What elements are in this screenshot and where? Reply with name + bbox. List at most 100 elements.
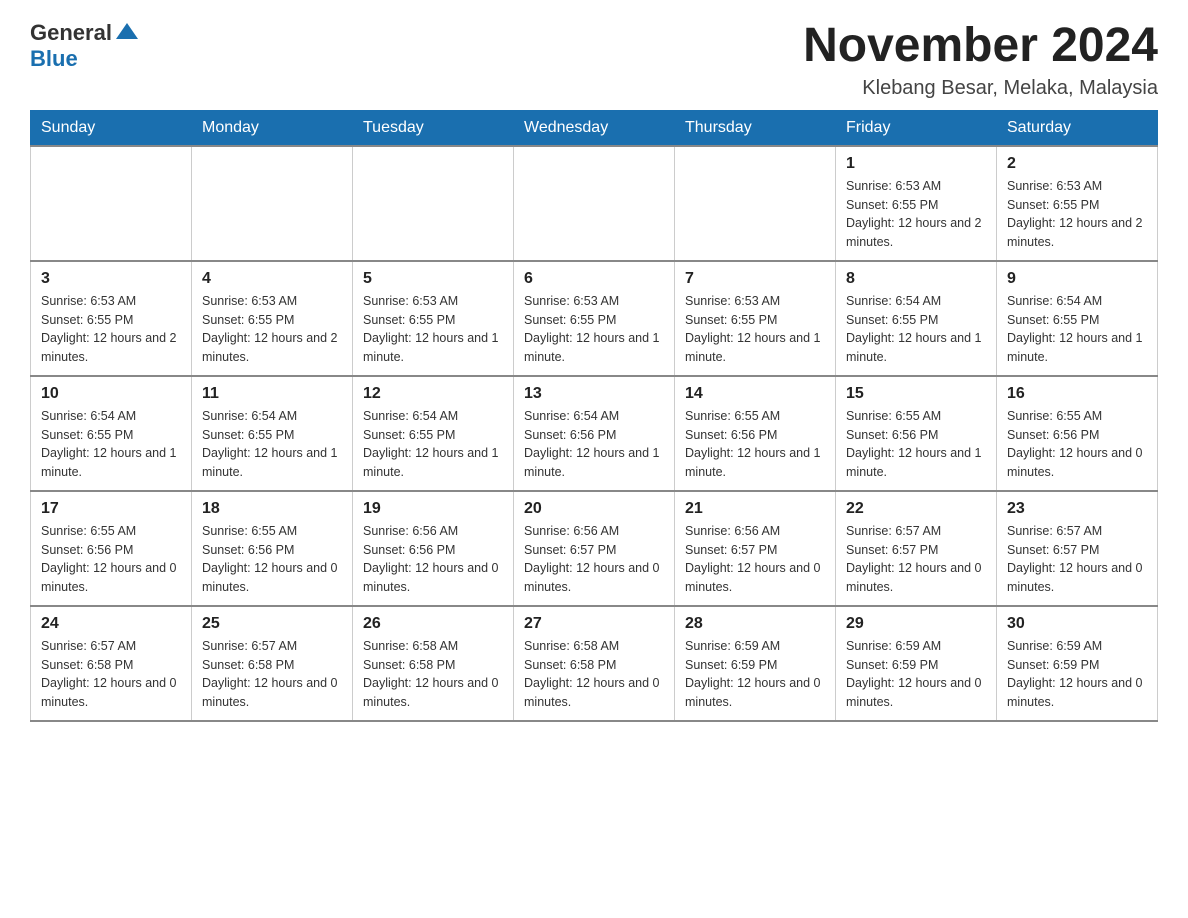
- day-number: 2: [1007, 155, 1147, 173]
- calendar-cell: 28 Sunrise: 6:59 AM Sunset: 6:59 PM Dayli…: [675, 606, 836, 721]
- day-info: Sunrise: 6:54 AM Sunset: 6:56 PM Dayligh…: [524, 407, 664, 482]
- day-info: Sunrise: 6:53 AM Sunset: 6:55 PM Dayligh…: [41, 292, 181, 367]
- day-number: 3: [41, 270, 181, 288]
- calendar-cell: 18 Sunrise: 6:55 AM Sunset: 6:56 PM Dayli…: [192, 491, 353, 606]
- day-info: Sunrise: 6:58 AM Sunset: 6:58 PM Dayligh…: [363, 637, 503, 712]
- day-info: Sunrise: 6:55 AM Sunset: 6:56 PM Dayligh…: [41, 522, 181, 597]
- day-number: 27: [524, 615, 664, 633]
- day-number: 14: [685, 385, 825, 403]
- calendar-cell: 1 Sunrise: 6:53 AM Sunset: 6:55 PM Daylig…: [836, 146, 997, 261]
- calendar-cell: 17Sunrise: 6:55 AM Sunset: 6:56 PM Dayli…: [31, 491, 192, 606]
- day-info: Sunrise: 6:54 AM Sunset: 6:55 PM Dayligh…: [363, 407, 503, 482]
- calendar-header-tuesday: Tuesday: [353, 110, 514, 146]
- day-info: Sunrise: 6:53 AM Sunset: 6:55 PM Dayligh…: [846, 177, 986, 252]
- calendar-cell: 21 Sunrise: 6:56 AM Sunset: 6:57 PM Dayli…: [675, 491, 836, 606]
- day-number: 28: [685, 615, 825, 633]
- day-info: Sunrise: 6:58 AM Sunset: 6:58 PM Dayligh…: [524, 637, 664, 712]
- day-info: Sunrise: 6:55 AM Sunset: 6:56 PM Dayligh…: [202, 522, 342, 597]
- calendar-cell: 16 Sunrise: 6:55 AM Sunset: 6:56 PM Dayli…: [997, 376, 1158, 491]
- calendar-cell: 22 Sunrise: 6:57 AM Sunset: 6:57 PM Dayli…: [836, 491, 997, 606]
- calendar-cell: 8Sunrise: 6:54 AM Sunset: 6:55 PM Daylig…: [836, 261, 997, 376]
- calendar-header-thursday: Thursday: [675, 110, 836, 146]
- logo-general-text: General: [30, 20, 112, 46]
- calendar-cell: 13 Sunrise: 6:54 AM Sunset: 6:56 PM Dayli…: [514, 376, 675, 491]
- day-info: Sunrise: 6:55 AM Sunset: 6:56 PM Dayligh…: [1007, 407, 1147, 482]
- day-number: 22: [846, 500, 986, 518]
- calendar-cell: 23 Sunrise: 6:57 AM Sunset: 6:57 PM Dayli…: [997, 491, 1158, 606]
- day-info: Sunrise: 6:53 AM Sunset: 6:55 PM Dayligh…: [202, 292, 342, 367]
- calendar-cell: 14Sunrise: 6:55 AM Sunset: 6:56 PM Dayli…: [675, 376, 836, 491]
- day-info: Sunrise: 6:53 AM Sunset: 6:55 PM Dayligh…: [524, 292, 664, 367]
- day-number: 23: [1007, 500, 1147, 518]
- day-number: 10: [41, 385, 181, 403]
- calendar-cell: 30Sunrise: 6:59 AM Sunset: 6:59 PM Dayli…: [997, 606, 1158, 721]
- day-info: Sunrise: 6:57 AM Sunset: 6:58 PM Dayligh…: [202, 637, 342, 712]
- calendar-cell: 10Sunrise: 6:54 AM Sunset: 6:55 PM Dayli…: [31, 376, 192, 491]
- day-info: Sunrise: 6:54 AM Sunset: 6:55 PM Dayligh…: [846, 292, 986, 367]
- month-title: November 2024: [803, 20, 1158, 73]
- logo-blue-text: Blue: [30, 46, 78, 71]
- calendar-cell: 26 Sunrise: 6:58 AM Sunset: 6:58 PM Dayli…: [353, 606, 514, 721]
- calendar-cell: 27 Sunrise: 6:58 AM Sunset: 6:58 PM Dayli…: [514, 606, 675, 721]
- calendar-week-row: 24 Sunrise: 6:57 AM Sunset: 6:58 PM Dayli…: [31, 606, 1158, 721]
- day-number: 24: [41, 615, 181, 633]
- day-number: 15: [846, 385, 986, 403]
- day-number: 9: [1007, 270, 1147, 288]
- calendar-header-friday: Friday: [836, 110, 997, 146]
- calendar-cell: 15Sunrise: 6:55 AM Sunset: 6:56 PM Dayli…: [836, 376, 997, 491]
- calendar-cell: 2 Sunrise: 6:53 AM Sunset: 6:55 PM Daylig…: [997, 146, 1158, 261]
- day-number: 13: [524, 385, 664, 403]
- day-number: 16: [1007, 385, 1147, 403]
- logo: General Blue: [30, 20, 138, 72]
- day-number: 25: [202, 615, 342, 633]
- calendar-cell: [675, 146, 836, 261]
- calendar-week-row: 3 Sunrise: 6:53 AM Sunset: 6:55 PM Daylig…: [31, 261, 1158, 376]
- day-info: Sunrise: 6:59 AM Sunset: 6:59 PM Dayligh…: [846, 637, 986, 712]
- calendar-cell: [192, 146, 353, 261]
- calendar-cell: 24 Sunrise: 6:57 AM Sunset: 6:58 PM Dayli…: [31, 606, 192, 721]
- day-number: 6: [524, 270, 664, 288]
- calendar-header-row: SundayMondayTuesdayWednesdayThursdayFrid…: [31, 110, 1158, 146]
- day-info: Sunrise: 6:54 AM Sunset: 6:55 PM Dayligh…: [1007, 292, 1147, 367]
- day-info: Sunrise: 6:54 AM Sunset: 6:55 PM Dayligh…: [202, 407, 342, 482]
- day-info: Sunrise: 6:56 AM Sunset: 6:56 PM Dayligh…: [363, 522, 503, 597]
- day-number: 29: [846, 615, 986, 633]
- calendar-cell: 5Sunrise: 6:53 AM Sunset: 6:55 PM Daylig…: [353, 261, 514, 376]
- calendar-cell: [514, 146, 675, 261]
- calendar-week-row: 1 Sunrise: 6:53 AM Sunset: 6:55 PM Daylig…: [31, 146, 1158, 261]
- day-info: Sunrise: 6:57 AM Sunset: 6:57 PM Dayligh…: [846, 522, 986, 597]
- calendar-cell: 29 Sunrise: 6:59 AM Sunset: 6:59 PM Dayli…: [836, 606, 997, 721]
- day-number: 11: [202, 385, 342, 403]
- calendar-cell: 20Sunrise: 6:56 AM Sunset: 6:57 PM Dayli…: [514, 491, 675, 606]
- day-info: Sunrise: 6:56 AM Sunset: 6:57 PM Dayligh…: [685, 522, 825, 597]
- day-number: 26: [363, 615, 503, 633]
- day-info: Sunrise: 6:59 AM Sunset: 6:59 PM Dayligh…: [685, 637, 825, 712]
- calendar-week-row: 17Sunrise: 6:55 AM Sunset: 6:56 PM Dayli…: [31, 491, 1158, 606]
- calendar-cell: 9 Sunrise: 6:54 AM Sunset: 6:55 PM Daylig…: [997, 261, 1158, 376]
- calendar-cell: 3 Sunrise: 6:53 AM Sunset: 6:55 PM Daylig…: [31, 261, 192, 376]
- day-number: 12: [363, 385, 503, 403]
- calendar-header-wednesday: Wednesday: [514, 110, 675, 146]
- day-info: Sunrise: 6:57 AM Sunset: 6:58 PM Dayligh…: [41, 637, 181, 712]
- calendar-table: SundayMondayTuesdayWednesdayThursdayFrid…: [30, 110, 1158, 722]
- calendar-cell: 7 Sunrise: 6:53 AM Sunset: 6:55 PM Daylig…: [675, 261, 836, 376]
- day-number: 1: [846, 155, 986, 173]
- day-info: Sunrise: 6:53 AM Sunset: 6:55 PM Dayligh…: [685, 292, 825, 367]
- calendar-cell: 6 Sunrise: 6:53 AM Sunset: 6:55 PM Daylig…: [514, 261, 675, 376]
- calendar-week-row: 10 Sunrise: 6:54 AM Sunset: 6:55 PM Dayli…: [31, 376, 1158, 491]
- calendar-header-sunday: Sunday: [31, 110, 192, 146]
- calendar-header-monday: Monday: [192, 110, 353, 146]
- calendar-cell: 4 Sunrise: 6:53 AM Sunset: 6:55 PM Daylig…: [192, 261, 353, 376]
- day-number: 5: [363, 270, 503, 288]
- day-number: 4: [202, 270, 342, 288]
- day-info: Sunrise: 6:59 AM Sunset: 6:59 PM Dayligh…: [1007, 637, 1147, 712]
- calendar-cell: 12 Sunrise: 6:54 AM Sunset: 6:55 PM Dayli…: [353, 376, 514, 491]
- day-number: 18: [202, 500, 342, 518]
- day-number: 21: [685, 500, 825, 518]
- calendar-cell: [353, 146, 514, 261]
- day-number: 7: [685, 270, 825, 288]
- day-info: Sunrise: 6:57 AM Sunset: 6:57 PM Dayligh…: [1007, 522, 1147, 597]
- calendar-cell: 25 Sunrise: 6:57 AM Sunset: 6:58 PM Dayli…: [192, 606, 353, 721]
- day-info: Sunrise: 6:53 AM Sunset: 6:55 PM Dayligh…: [1007, 177, 1147, 252]
- title-area: November 2024 Klebang Besar, Melaka, Mal…: [803, 20, 1158, 100]
